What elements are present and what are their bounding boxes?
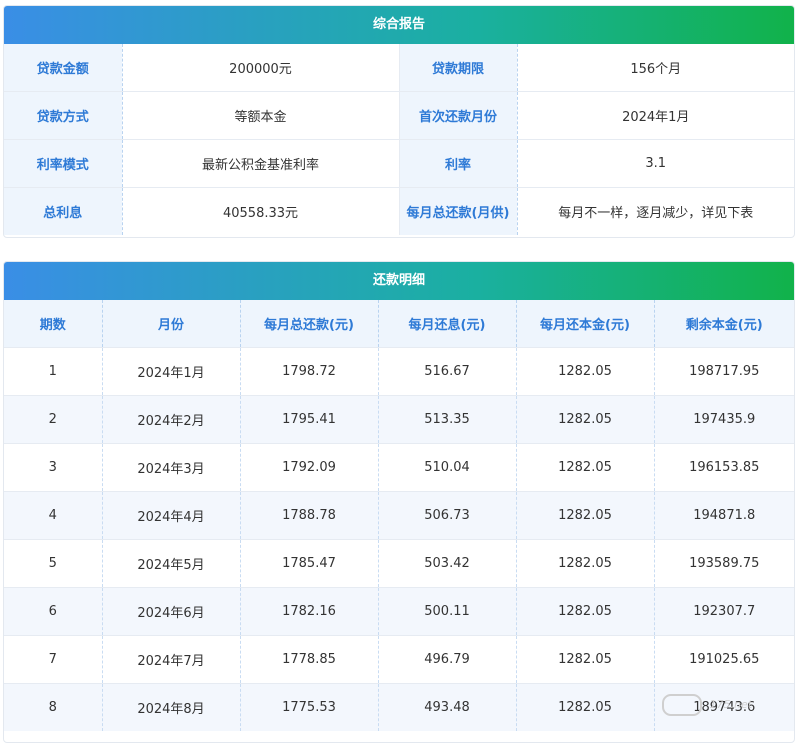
table-cell: 4: [4, 491, 103, 540]
summary-label: 贷款金额: [4, 44, 123, 92]
column-header: 每月总还款(元): [240, 300, 379, 348]
table-cell: 500.11: [378, 587, 517, 636]
watermark: 175.net: [662, 694, 792, 720]
table-cell: 1282.05: [516, 587, 655, 636]
table-cell: 1282.05: [516, 683, 655, 731]
table-cell: 1282.05: [516, 539, 655, 588]
table-cell: 506.73: [378, 491, 517, 540]
table-cell: 513.35: [378, 395, 517, 444]
table-cell: 191025.65: [654, 635, 794, 684]
summary-label: 首次还款月份: [398, 91, 518, 140]
table-cell: 3: [4, 443, 103, 492]
column-header: 期数: [4, 300, 103, 348]
table-cell: 1775.53: [240, 683, 379, 731]
table-cell: 496.79: [378, 635, 517, 684]
table-cell: 2024年6月: [102, 587, 241, 636]
summary-label: 总利息: [4, 187, 123, 235]
table-cell: 503.42: [378, 539, 517, 588]
summary-title: 综合报告: [4, 6, 794, 44]
summary-value: 40558.33元: [222, 206, 299, 221]
table-cell: 1778.85: [240, 635, 379, 684]
table-cell: 194871.8: [654, 491, 794, 540]
table-cell: 1282.05: [516, 395, 655, 444]
column-header: 剩余本金(元): [654, 300, 794, 348]
summary-value: 最新公积金基准利率: [122, 139, 399, 188]
table-row: 4 2024年4月 1788.78 506.73 1282.05 194871.8: [4, 491, 794, 540]
summary-row: 贷款金额 200000元 贷款期限 156个月: [4, 44, 794, 92]
table-cell: 2024年3月: [102, 443, 241, 492]
table-cell: 1282.05: [516, 635, 655, 684]
table-row: 7 2024年7月 1778.85 496.79 1282.05 191025.65: [4, 635, 794, 684]
table-cell: 8: [4, 683, 103, 731]
table-cell: 1282.05: [516, 443, 655, 492]
table-cell: 1792.09: [240, 443, 379, 492]
summary-value: 3.1: [517, 139, 794, 188]
summary-value: 每月不一样，逐月减少，详见下表: [558, 206, 754, 221]
column-header: 每月还息(元): [378, 300, 517, 348]
table-row: 5 2024年5月 1785.47 503.42 1282.05 193589.75: [4, 539, 794, 588]
column-header: 月份: [102, 300, 241, 348]
summary-row: 利率模式 最新公积金基准利率 利率 3.1: [4, 139, 794, 188]
table-cell: 6: [4, 587, 103, 636]
table-cell: 1788.78: [240, 491, 379, 540]
table-cell: 197435.9: [654, 395, 794, 444]
table-cell: 196153.85: [654, 443, 794, 492]
table-cell: 5: [4, 539, 103, 588]
watermark-logo-icon: [662, 694, 702, 716]
table-row: 3 2024年3月 1792.09 510.04 1282.05 196153.85: [4, 443, 794, 492]
table-cell: 1282.05: [516, 347, 655, 396]
summary-label: 每月总还款(月供): [398, 187, 518, 235]
table-header-row: 期数 月份 每月总还款(元) 每月还息(元) 每月还本金(元) 剩余本金(元): [4, 300, 794, 348]
repayment-table: 期数 月份 每月总还款(元) 每月还息(元) 每月还本金(元) 剩余本金(元) 1 2024…: [4, 300, 794, 731]
table-cell: 1782.16: [240, 587, 379, 636]
table-row: 1 2024年1月 1798.72 516.67 1282.05 198717.95: [4, 347, 794, 396]
summary-value: 156个月: [517, 44, 794, 92]
detail-title: 还款明细: [4, 262, 794, 300]
table-cell: 516.67: [378, 347, 517, 396]
table-cell: 198717.95: [654, 347, 794, 396]
table-cell: 1798.72: [240, 347, 379, 396]
table-cell: 2024年8月: [102, 683, 241, 731]
table-cell: 1785.47: [240, 539, 379, 588]
table-cell: 2024年5月: [102, 539, 241, 588]
table-cell: 2: [4, 395, 103, 444]
table-cell: 1: [4, 347, 103, 396]
summary-card: 综合报告 贷款金额 200000元 贷款期限 156个月 贷款方式 等额本金 首次还款月份 2…: [3, 5, 795, 238]
table-cell: 7: [4, 635, 103, 684]
summary-label: 贷款方式: [4, 91, 123, 140]
table-cell: 2024年2月: [102, 395, 241, 444]
summary-value: 等额本金: [122, 91, 399, 140]
watermark-text: 175.net: [709, 698, 753, 711]
table-row: 6 2024年6月 1782.16 500.11 1282.05 192307.7: [4, 587, 794, 636]
table-cell: 2024年7月: [102, 635, 241, 684]
table-cell: 2024年4月: [102, 491, 241, 540]
summary-value: 2024年1月: [517, 91, 794, 140]
summary-label: 贷款期限: [398, 44, 518, 92]
summary-row: 总利息 40558.33元 每月总还款(月供) 每月不一样，逐月减少，详见下表: [4, 187, 794, 235]
summary-label: 利率模式: [4, 139, 123, 188]
summary-table: 贷款金额 200000元 贷款期限 156个月 贷款方式 等额本金 首次还款月份 2024年1…: [4, 44, 794, 235]
summary-value: 200000元: [122, 44, 399, 92]
detail-card: 还款明细 期数 月份 每月总还款(元) 每月还息(元) 每月还本金(元) 剩余本金(元) …: [3, 261, 795, 743]
table-cell: 192307.7: [654, 587, 794, 636]
table-row: 2 2024年2月 1795.41 513.35 1282.05 197435.9: [4, 395, 794, 444]
table-cell: 510.04: [378, 443, 517, 492]
table-cell: 1282.05: [516, 491, 655, 540]
summary-row: 贷款方式 等额本金 首次还款月份 2024年1月: [4, 91, 794, 140]
summary-label: 利率: [398, 139, 518, 188]
table-cell: 1795.41: [240, 395, 379, 444]
table-cell: 193589.75: [654, 539, 794, 588]
column-header: 每月还本金(元): [516, 300, 655, 348]
table-cell: 493.48: [378, 683, 517, 731]
table-cell: 2024年1月: [102, 347, 241, 396]
